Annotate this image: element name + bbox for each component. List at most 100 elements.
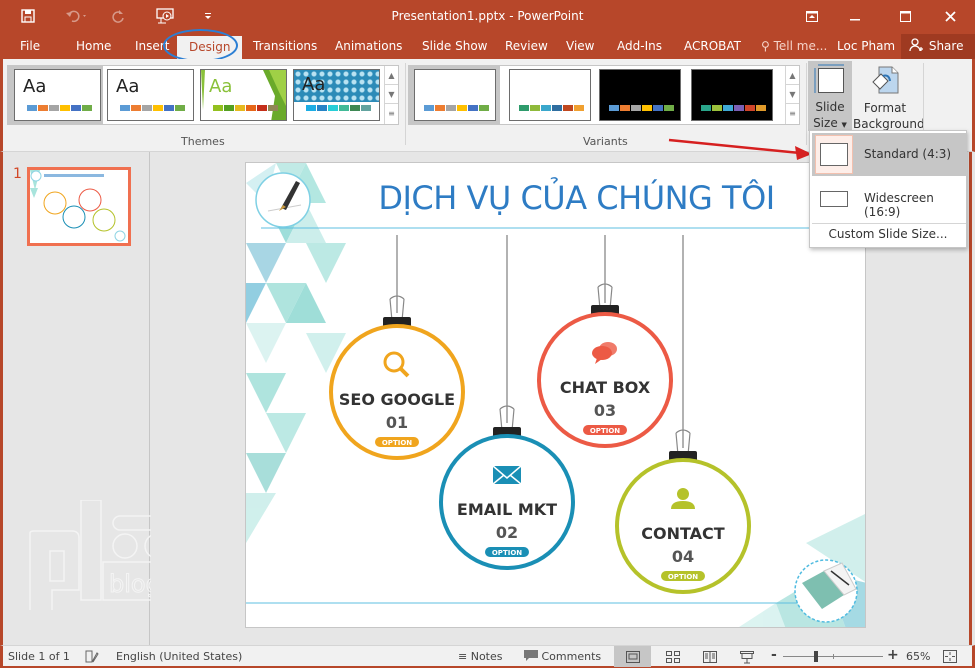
variant-color-swatches	[424, 105, 489, 111]
widescreen-label: Widescreen (16:9)	[864, 191, 934, 219]
service-name: CONTACT	[641, 524, 725, 543]
color-swatch	[552, 105, 562, 111]
slide-show-button[interactable]	[740, 651, 754, 667]
more-icon[interactable]: ≡	[786, 104, 799, 123]
tab-home[interactable]: Home	[72, 34, 115, 59]
share-label: Share	[928, 39, 964, 53]
redo-icon[interactable]	[108, 6, 128, 26]
zoom-slider[interactable]	[783, 651, 883, 662]
slide-sorter-button[interactable]	[666, 651, 680, 666]
tab-add-ins[interactable]: Add-Ins	[613, 34, 666, 59]
start-from-beginning-icon[interactable]	[154, 6, 176, 26]
user-name[interactable]: Loc Pham	[833, 34, 899, 59]
color-swatch	[609, 105, 619, 111]
zoom-slider-thumb[interactable]	[814, 651, 818, 662]
scroll-down-icon[interactable]: ▼	[786, 85, 799, 104]
fit-slide-button[interactable]	[943, 650, 957, 666]
slide-size-button[interactable]: Slide Size ▼	[808, 61, 852, 131]
normal-view-button[interactable]	[614, 646, 651, 667]
slide-title: DỊCH VỤ CỦA CHÚNG TÔI	[378, 179, 775, 217]
lightbulb-icon: ⚲	[761, 39, 770, 53]
service-number: 01	[386, 413, 408, 432]
widescreen-aspect-icon	[820, 191, 848, 207]
reading-view-button[interactable]	[703, 651, 717, 666]
variant-1[interactable]	[414, 69, 496, 121]
zoom-in-button[interactable]: +	[887, 647, 899, 663]
variants-gallery-scroll: ▲ ▼ ≡	[785, 66, 799, 124]
color-swatch	[27, 105, 37, 111]
format-background-button[interactable]: Format Background	[853, 61, 925, 132]
color-swatch	[164, 105, 174, 111]
customize-qat-icon[interactable]	[200, 6, 216, 26]
color-swatch	[446, 105, 456, 111]
tab-slide-show[interactable]: Slide Show	[418, 34, 491, 59]
slide-thumbnail-preview	[30, 170, 126, 242]
variant-color-swatches	[519, 105, 584, 111]
slide-thumbnail-1[interactable]	[27, 167, 131, 246]
variant-4[interactable]	[691, 69, 773, 121]
color-swatch	[468, 105, 478, 111]
slide-canvas[interactable]: DỊCH VỤ CỦA CHÚNG TÔI SEO GOOGLE 01 OPTI…	[245, 162, 866, 628]
menu-item-standard[interactable]: Standard (4:3)	[812, 133, 966, 176]
service-number: 03	[594, 401, 616, 420]
service-name: CHAT BOX	[560, 378, 651, 397]
themes-gallery: Aa Aa Aa Aa ▲ ▼ ≡	[7, 65, 399, 125]
minimize-icon[interactable]	[839, 4, 871, 28]
format-background-label-1: Format	[863, 101, 907, 115]
share-button[interactable]: Share	[901, 34, 975, 59]
theme-color-swatches	[27, 105, 92, 111]
tab-transitions[interactable]: Transitions	[249, 34, 321, 59]
tab-design[interactable]: Design	[177, 36, 243, 59]
color-swatch	[82, 105, 92, 111]
menu-item-custom-slide-size[interactable]: Custom Slide Size...	[810, 227, 966, 241]
scroll-up-icon[interactable]: ▲	[786, 66, 799, 85]
color-swatch	[328, 105, 338, 111]
zoom-out-button[interactable]: -	[771, 647, 777, 663]
save-icon[interactable]	[18, 6, 38, 26]
comments-label: Comments	[541, 650, 602, 663]
notebook-icon	[794, 559, 858, 623]
option-tag: OPTION	[668, 573, 698, 581]
notes-button[interactable]: ≡ Notes	[458, 650, 503, 663]
scroll-up-icon[interactable]: ▲	[385, 66, 398, 85]
service-ornament-chat[interactable]: CHAT BOX 03 OPTION	[534, 283, 676, 453]
tab-view[interactable]: View	[562, 34, 598, 59]
tab-insert[interactable]: Insert	[131, 34, 173, 59]
variant-3[interactable]	[599, 69, 681, 121]
envelope-icon	[492, 465, 522, 485]
service-ornament-contact[interactable]: CONTACT 04 OPTION	[612, 429, 754, 599]
theme-facet[interactable]: Aa	[200, 69, 287, 121]
undo-icon[interactable]	[60, 6, 94, 26]
variant-2[interactable]	[509, 69, 591, 121]
ribbon-display-options-icon[interactable]	[796, 4, 828, 28]
tab-animations[interactable]: Animations	[331, 34, 406, 59]
themes-group-label: Themes	[181, 135, 225, 148]
tab-review[interactable]: Review	[501, 34, 552, 59]
normal-view-icon	[626, 651, 640, 663]
language-indicator[interactable]: English (United States)	[116, 650, 242, 663]
color-swatch	[745, 105, 755, 111]
theme-office[interactable]: Aa	[14, 69, 101, 121]
tab-acrobat[interactable]: ACROBAT	[680, 34, 745, 59]
slide-counter: Slide 1 of 1	[8, 650, 70, 663]
color-swatch	[120, 105, 130, 111]
theme-office-theme[interactable]: Aa	[107, 69, 194, 121]
slide-number: 1	[13, 166, 22, 182]
theme-sample-text: Aa	[302, 74, 326, 95]
tab-file[interactable]: File	[16, 34, 44, 59]
standard-aspect-icon	[820, 143, 848, 166]
theme-integral[interactable]: Aa	[293, 69, 380, 121]
slide-sorter-icon	[666, 651, 680, 663]
comments-button[interactable]: Comments	[524, 650, 601, 663]
menu-item-widescreen[interactable]: Widescreen (16:9)	[812, 177, 966, 220]
color-swatch	[519, 105, 529, 111]
zoom-level[interactable]: 65%	[906, 650, 930, 663]
more-icon[interactable]: ≡	[385, 104, 398, 123]
close-icon[interactable]	[934, 4, 966, 28]
variant-color-swatches	[609, 105, 674, 111]
tell-me-search[interactable]: ⚲ Tell me...	[757, 34, 831, 59]
maximize-icon[interactable]	[889, 4, 921, 28]
fit-to-window-icon	[943, 650, 957, 663]
scroll-down-icon[interactable]: ▼	[385, 85, 398, 104]
spell-check-icon[interactable]	[85, 650, 99, 666]
